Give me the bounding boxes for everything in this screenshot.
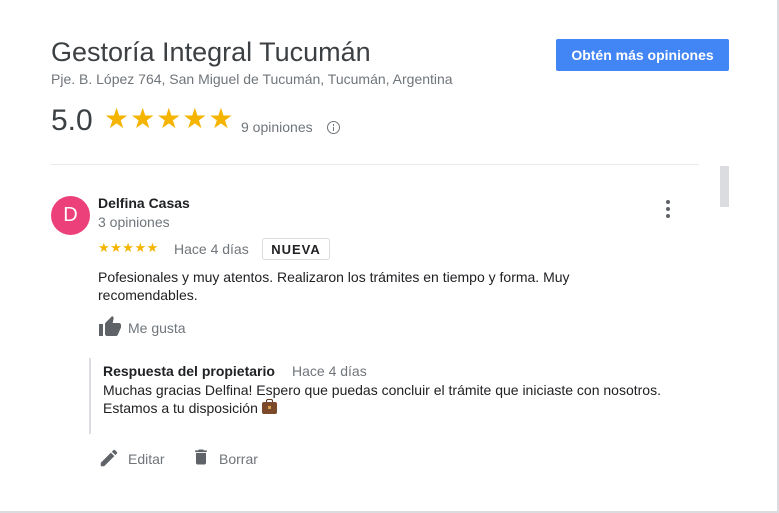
review-text: Pofesionales y muy atentos. Realizaron l… xyxy=(98,269,570,303)
owner-reply-date: Hace 4 días xyxy=(292,363,367,379)
like-button-label[interactable]: Me gusta xyxy=(128,320,186,336)
header-divider xyxy=(51,164,699,165)
review-stars: ★★★★★ xyxy=(98,240,159,255)
overall-rating-stars: ★★★★★ xyxy=(104,103,235,134)
overall-rating-value: 5.0 xyxy=(51,104,93,137)
thumbs-up-icon[interactable] xyxy=(98,315,122,339)
review-count: 9 opiniones xyxy=(241,119,313,135)
owner-reply-text: Muchas gracias Delfina! Espero que pueda… xyxy=(103,381,663,417)
business-name: Gestoría Integral Tucumán xyxy=(51,37,371,67)
review-date: Hace 4 días xyxy=(174,241,249,257)
trash-icon[interactable] xyxy=(191,446,211,468)
delete-button-label[interactable]: Borrar xyxy=(219,451,258,467)
owner-reply-title: Respuesta del propietario xyxy=(103,363,275,379)
get-more-reviews-button[interactable]: Obtén más opiniones xyxy=(556,39,729,71)
scrollbar-thumb[interactable] xyxy=(720,166,729,207)
edit-icon[interactable] xyxy=(98,447,120,469)
briefcase-emoji-icon xyxy=(261,399,277,414)
owner-reply-body: Muchas gracias Delfina! Espero que pueda… xyxy=(103,382,661,416)
new-badge: NUEVA xyxy=(262,238,330,260)
edit-button-label[interactable]: Editar xyxy=(128,451,165,467)
reviewer-review-count: 3 opiniones xyxy=(98,214,170,230)
reviewer-name[interactable]: Delfina Casas xyxy=(98,195,190,211)
owner-reply-bar xyxy=(89,358,91,434)
reviewer-avatar[interactable]: D xyxy=(51,196,90,235)
business-address: Pje. B. López 764, San Miguel de Tucumán… xyxy=(51,71,453,87)
info-icon[interactable] xyxy=(327,121,340,134)
more-options-icon[interactable] xyxy=(662,200,674,218)
